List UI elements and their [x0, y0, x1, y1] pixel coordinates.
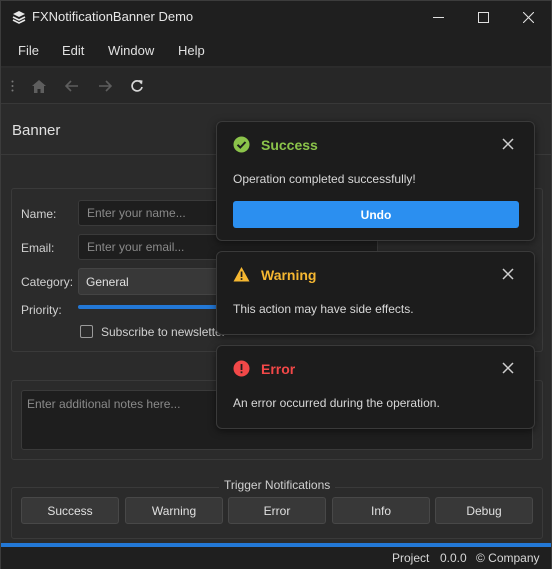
- forward-button[interactable]: [95, 76, 115, 96]
- app-logo-icon: [12, 11, 26, 24]
- success-title: Success: [261, 137, 318, 153]
- close-icon[interactable]: [502, 362, 514, 374]
- close-icon: [522, 11, 534, 23]
- minimize-icon: [432, 16, 444, 18]
- refresh-button[interactable]: [127, 76, 147, 96]
- back-button[interactable]: [62, 76, 82, 96]
- close-window-button[interactable]: [505, 1, 551, 33]
- trigger-error-button[interactable]: Error: [228, 497, 326, 524]
- maximize-button[interactable]: [460, 1, 506, 33]
- trigger-panel-title: Trigger Notifications: [219, 478, 336, 492]
- success-notification: Success Operation completed successfully…: [216, 121, 535, 241]
- category-value: General: [86, 275, 129, 289]
- section-title: Banner: [12, 122, 61, 139]
- status-version: 0.0.0: [440, 551, 467, 565]
- menu-bar: File Edit Window Help: [1, 33, 551, 67]
- category-label: Category:: [21, 275, 74, 289]
- status-bar: Project 0.0.0 © Company: [1, 547, 551, 569]
- trigger-debug-button[interactable]: Debug: [435, 497, 533, 524]
- status-project: Project: [392, 551, 430, 565]
- warning-triangle-icon: [233, 267, 250, 282]
- trigger-success-button[interactable]: Success: [21, 497, 119, 524]
- warning-title: Warning: [261, 267, 317, 283]
- close-icon[interactable]: [502, 138, 514, 150]
- status-company: © Company: [476, 551, 540, 565]
- menu-file[interactable]: File: [18, 43, 39, 58]
- warning-notification: Warning This action may have side effect…: [216, 251, 535, 335]
- toolbar: [1, 68, 551, 104]
- subscribe-checkbox[interactable]: [80, 325, 93, 338]
- menu-window[interactable]: Window: [108, 43, 154, 58]
- menu-help[interactable]: Help: [178, 43, 205, 58]
- priority-label: Priority:: [21, 303, 62, 317]
- undo-button[interactable]: Undo: [233, 201, 519, 228]
- arrow-left-icon: [65, 80, 78, 92]
- arrow-right-icon: [99, 80, 112, 92]
- minimize-button[interactable]: [415, 1, 461, 33]
- refresh-icon: [131, 80, 143, 92]
- home-icon: [32, 79, 46, 93]
- name-label: Name:: [21, 207, 57, 221]
- toolbar-grip-icon[interactable]: [11, 80, 14, 92]
- app-window: FXNotificationBanner Demo File Edit Wind…: [0, 0, 552, 569]
- error-title: Error: [261, 361, 296, 377]
- warning-message: This action may have side effects.: [233, 302, 414, 316]
- error-message: An error occurred during the operation.: [233, 396, 440, 410]
- window-title: FXNotificationBanner Demo: [32, 9, 194, 24]
- error-notification: Error An error occurred during the opera…: [216, 345, 535, 429]
- subscribe-label: Subscribe to newsletter: [101, 325, 226, 339]
- trigger-warning-button[interactable]: Warning: [125, 497, 223, 524]
- title-bar: FXNotificationBanner Demo: [1, 1, 551, 33]
- check-circle-icon: [233, 136, 250, 153]
- success-message: Operation completed successfully!: [233, 172, 416, 186]
- menu-edit[interactable]: Edit: [62, 43, 84, 58]
- maximize-icon: [477, 11, 489, 23]
- home-button[interactable]: [29, 76, 49, 96]
- trigger-info-button[interactable]: Info: [332, 497, 430, 524]
- error-circle-icon: [233, 360, 250, 377]
- email-label: Email:: [21, 241, 55, 255]
- close-icon[interactable]: [502, 268, 514, 280]
